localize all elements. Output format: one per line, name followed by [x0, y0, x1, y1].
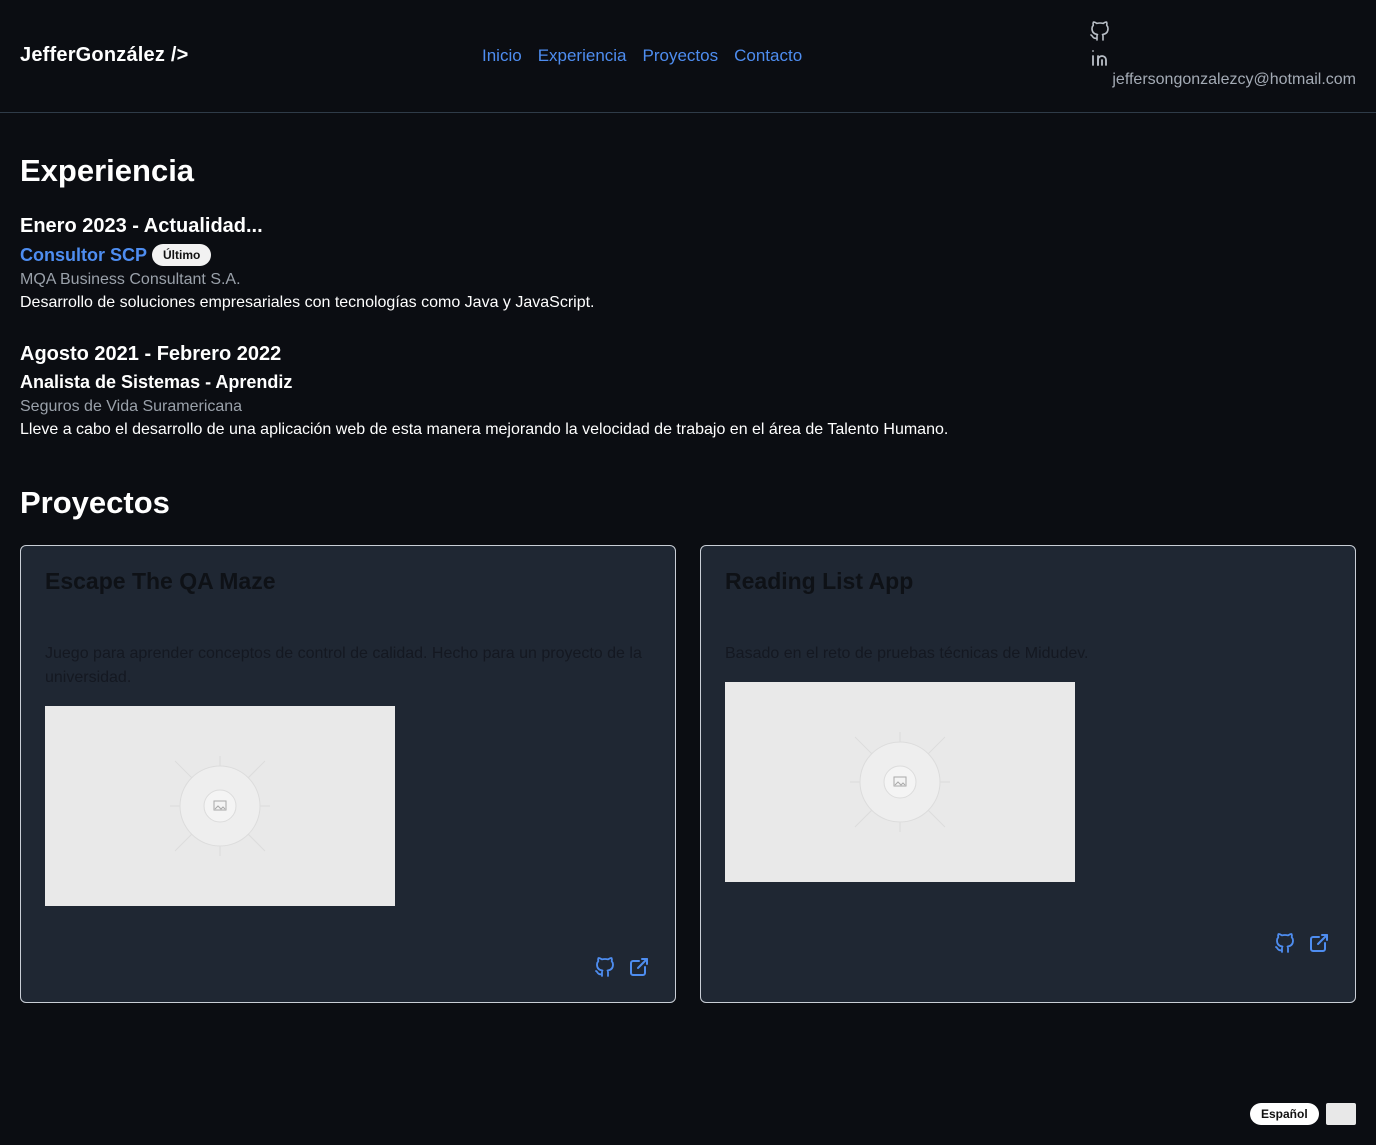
- latest-badge: Último: [152, 244, 212, 266]
- experience-item: Agosto 2021 - Febrero 2022 Analista de S…: [20, 343, 948, 439]
- project-description: Juego para aprender conceptos de control…: [45, 645, 642, 686]
- nav-link-contacto[interactable]: Contacto: [734, 46, 802, 66]
- social-links: [1088, 19, 1112, 69]
- experience-description: Lleve a cabo el desarrollo de una aplica…: [20, 421, 949, 438]
- brand-logo[interactable]: JefferGonzález />: [20, 44, 188, 67]
- project-description: Basado en el reto de pruebas técnicas de…: [725, 645, 1089, 662]
- nav-link-proyectos[interactable]: Proyectos: [643, 46, 719, 66]
- project-links: [1273, 931, 1331, 955]
- project-card: Reading List App Basado en el reto de pr…: [700, 545, 1356, 1003]
- project-card: Escape The QA Maze Juego para aprender c…: [20, 545, 676, 1003]
- external-link-icon[interactable]: [1307, 931, 1331, 955]
- experience-description: Desarrollo de soluciones empresariales c…: [20, 294, 595, 311]
- linkedin-icon[interactable]: [1088, 45, 1112, 69]
- language-button[interactable]: Español: [1250, 1103, 1319, 1125]
- experience-role: Analista de Sistemas - Aprendiz: [20, 372, 948, 393]
- contact-email[interactable]: jeffersongonzalezcy@hotmail.com: [1112, 71, 1356, 89]
- experience-date: Agosto 2021 - Febrero 2022: [20, 343, 282, 365]
- github-icon[interactable]: [1088, 19, 1112, 43]
- nav-link-inicio[interactable]: Inicio: [482, 46, 522, 66]
- experience-heading: Experiencia: [20, 153, 195, 188]
- experience-role-title: Analista de Sistemas - Aprendiz: [20, 372, 293, 392]
- experience-company: MQA Business Consultant S.A.: [20, 271, 241, 288]
- projects-heading: Proyectos: [20, 485, 170, 520]
- experience-date: Enero 2023 - Actualidad...: [20, 215, 263, 237]
- github-icon[interactable]: [1273, 931, 1297, 955]
- image-placeholder-icon: [170, 756, 270, 856]
- project-image-placeholder: [45, 706, 395, 906]
- github-icon[interactable]: [593, 955, 617, 979]
- theme-toggle[interactable]: [1326, 1103, 1356, 1125]
- experience-role: Consultor SCP Último: [20, 244, 595, 266]
- project-links: [593, 955, 651, 979]
- nav-link-experiencia[interactable]: Experiencia: [538, 46, 627, 66]
- experience-role-title: Consultor SCP: [20, 244, 148, 265]
- project-title: Reading List App: [725, 568, 914, 594]
- main-nav: Inicio Experiencia Proyectos Contacto: [482, 46, 802, 66]
- image-placeholder-icon: [850, 732, 950, 832]
- project-title: Escape The QA Maze: [45, 568, 276, 594]
- experience-item: Enero 2023 - Actualidad... Consultor SCP…: [20, 215, 595, 312]
- project-image-placeholder: [725, 682, 1075, 882]
- external-link-icon[interactable]: [627, 955, 651, 979]
- experience-company: Seguros de Vida Suramericana: [20, 398, 243, 415]
- site-header: JefferGonzález /> Inicio Experiencia Pro…: [0, 0, 1376, 113]
